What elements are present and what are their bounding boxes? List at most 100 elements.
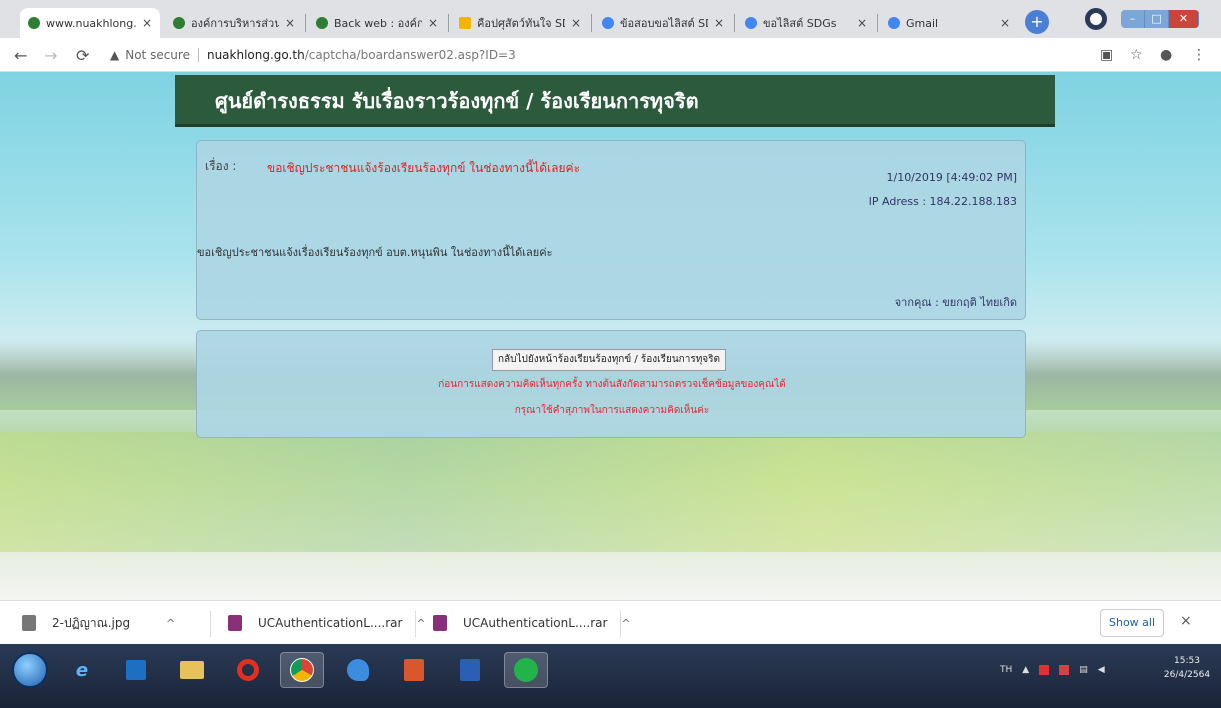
- clock-time: 15:53: [1174, 656, 1200, 666]
- back-to-complaints-button[interactable]: กลับไปยังหน้าร้องเรียนร้องทุกข์ / ร้องเร…: [492, 349, 727, 371]
- download-separator: [620, 611, 621, 637]
- post-date: 1/10/2019 [4:49:02 PM]: [886, 171, 1017, 184]
- ip-address: IP Adress : 184.22.188.183: [868, 195, 1017, 208]
- globe-icon: [745, 17, 757, 29]
- warning-note: ก่อนการแสดงความคิดเห็นทุกครั้ง ทางต้นสัง…: [438, 379, 786, 390]
- tab-close-icon[interactable]: ×: [857, 16, 867, 30]
- tab-label: ข้อสอบขอไลิสต์ SDGs: [620, 17, 708, 30]
- minimize-button[interactable]: –: [1121, 10, 1145, 28]
- close-shelf-icon[interactable]: ×: [1180, 613, 1192, 629]
- calculator-icon[interactable]: [392, 652, 436, 688]
- volume-icon[interactable]: ◀: [1098, 665, 1105, 675]
- tab-separator: [448, 14, 449, 32]
- show-all-button[interactable]: Show all: [1100, 609, 1164, 637]
- site-favicon-icon: [316, 17, 328, 29]
- tray-expand-icon[interactable]: ▲: [1022, 665, 1029, 675]
- message-body: ขอเชิญประชาชนแจ้งเรื่องเรียนร้องทุกข์ อบ…: [197, 246, 553, 259]
- tab-label: องค์การบริหารส่วนต: [191, 17, 279, 30]
- folder-icon[interactable]: [170, 652, 214, 688]
- google-icon: [888, 17, 900, 29]
- network-icon[interactable]: ▤: [1079, 665, 1088, 675]
- security-status: Not secure: [125, 48, 190, 62]
- opera-icon[interactable]: [226, 652, 270, 688]
- tab-close-icon[interactable]: ×: [285, 16, 295, 30]
- drive-icon: [459, 17, 471, 29]
- outlook-icon[interactable]: [114, 652, 158, 688]
- tab-drive[interactable]: คือปศุสัตว์ทันใจ SDGs ×: [451, 8, 589, 38]
- tab-gmail[interactable]: Gmail ×: [880, 8, 1018, 38]
- tab-google-1[interactable]: ข้อสอบขอไลิสต์ SDGs ×: [594, 8, 732, 38]
- tab-label: คือปศุสัตว์ทันใจ SDGs: [477, 17, 565, 30]
- profile-icon[interactable]: ●: [1160, 47, 1172, 63]
- archive-file-icon: [228, 615, 242, 631]
- url-host: nuakhlong.go.th: [206, 48, 305, 62]
- forward-arrow-icon[interactable]: →: [44, 46, 57, 65]
- translate-icon[interactable]: ▣: [1100, 47, 1113, 63]
- edge-icon[interactable]: [336, 652, 380, 688]
- close-window-button[interactable]: ✕: [1169, 10, 1199, 28]
- line-icon[interactable]: [504, 652, 548, 688]
- chevron-up-icon[interactable]: ^: [416, 617, 425, 630]
- tab-label: Back web : องค์การ: [334, 17, 422, 30]
- address-separator: [197, 48, 199, 62]
- subject-label: เรื่อง :: [205, 159, 237, 173]
- chevron-up-icon[interactable]: ^: [166, 617, 175, 630]
- reload-icon[interactable]: ⟳: [76, 46, 89, 65]
- maximize-button[interactable]: □: [1145, 10, 1169, 28]
- download-shelf: 2-ปฏิญาณ.jpg ^ UCAuthenticationL....rar …: [0, 600, 1221, 644]
- image-file-icon: [22, 615, 36, 631]
- tab-close-icon[interactable]: ×: [714, 16, 724, 30]
- chevron-up-icon[interactable]: ^: [621, 617, 630, 630]
- tab-close-icon[interactable]: ×: [428, 16, 438, 30]
- download-item[interactable]: 2-ปฏิญาณ.jpg ^: [22, 607, 175, 639]
- tab-label: ขอไลิสต์ SDGs: [763, 17, 837, 30]
- tab-label: Gmail: [906, 16, 939, 30]
- chrome-icon[interactable]: [280, 652, 324, 688]
- tab-close-icon[interactable]: ×: [142, 16, 152, 30]
- bookmark-star-icon[interactable]: ☆: [1130, 47, 1143, 63]
- tab-nuakhlong[interactable]: www.nuakhlong.go ×: [20, 8, 160, 38]
- page-banner: ศูนย์ดำรงธรรม รับเรื่องราวร้องทุกข์ / ร้…: [175, 75, 1055, 127]
- download-item[interactable]: UCAuthenticationL....rar ^: [228, 607, 426, 639]
- tab-obt[interactable]: องค์การบริหารส่วนต ×: [165, 8, 303, 38]
- action-center-icon[interactable]: [1059, 665, 1070, 675]
- chrome-profile-icon[interactable]: [1085, 8, 1107, 30]
- flag-icon[interactable]: [1039, 665, 1050, 675]
- ie-icon[interactable]: e: [60, 652, 104, 688]
- tab-sdgs[interactable]: ขอไลิสต์ SDGs ×: [737, 8, 875, 38]
- back-arrow-icon[interactable]: ←: [14, 46, 27, 65]
- message-panel: เรื่อง : ขอเชิญประชาชนแจ้งร้องเรียนร้องท…: [196, 140, 1026, 320]
- action-panel: กลับไปยังหน้าร้องเรียนร้องทุกข์ / ร้องเร…: [196, 330, 1026, 438]
- tab-separator: [734, 14, 735, 32]
- download-item[interactable]: UCAuthenticationL....rar ^: [433, 607, 631, 639]
- polite-note: กรุณาใช้คำสุภาพในการแสดงความคิดเห็นค่ะ: [514, 405, 710, 416]
- taskbar: e TH ▲ ▤ ◀ 15:53 26/4/2564: [0, 644, 1221, 708]
- download-separator: [415, 611, 416, 637]
- word-icon[interactable]: [448, 652, 492, 688]
- system-clock[interactable]: 15:53 26/4/2564: [1162, 654, 1212, 682]
- menu-kebab-icon[interactable]: ⋮: [1192, 47, 1206, 63]
- warning-icon: ▲: [110, 48, 120, 62]
- tab-close-icon[interactable]: ×: [571, 16, 581, 30]
- language-indicator[interactable]: TH: [1000, 665, 1012, 675]
- download-filename: 2-ปฏิญาณ.jpg: [52, 615, 131, 630]
- tab-close-icon[interactable]: ×: [1000, 16, 1010, 30]
- page-viewport: ศูนย์ดำรงธรรม รับเรื่องราวร้องทุกข์ / ร้…: [0, 72, 1221, 600]
- site-favicon-icon: [28, 17, 40, 29]
- download-filename: UCAuthenticationL....rar: [258, 616, 403, 630]
- tab-separator: [877, 14, 878, 32]
- tab-separator: [305, 14, 306, 32]
- window-controls: – □ ✕: [1085, 6, 1205, 32]
- message-author: จากคุณ : ขยกฤติ ไทยเกิด: [894, 296, 1017, 309]
- background-fields: [0, 432, 1221, 552]
- google-icon: [602, 17, 614, 29]
- new-tab-button[interactable]: +: [1025, 10, 1049, 34]
- address-bar[interactable]: ▲ Not secure nuakhlong.go.th /captcha/bo…: [110, 43, 1080, 67]
- subject-text: ขอเชิญประชาชนแจ้งร้องเรียนร้องทุกข์ ในช่…: [267, 161, 581, 175]
- system-tray: TH ▲ ▤ ◀: [1000, 658, 1115, 682]
- tab-backweb[interactable]: Back web : องค์การ ×: [308, 8, 446, 38]
- page-title: ศูนย์ดำรงธรรม รับเรื่องราวร้องทุกข์ / ร้…: [215, 89, 699, 113]
- download-separator: [210, 611, 211, 637]
- start-button[interactable]: [12, 652, 48, 688]
- tab-separator: [591, 14, 592, 32]
